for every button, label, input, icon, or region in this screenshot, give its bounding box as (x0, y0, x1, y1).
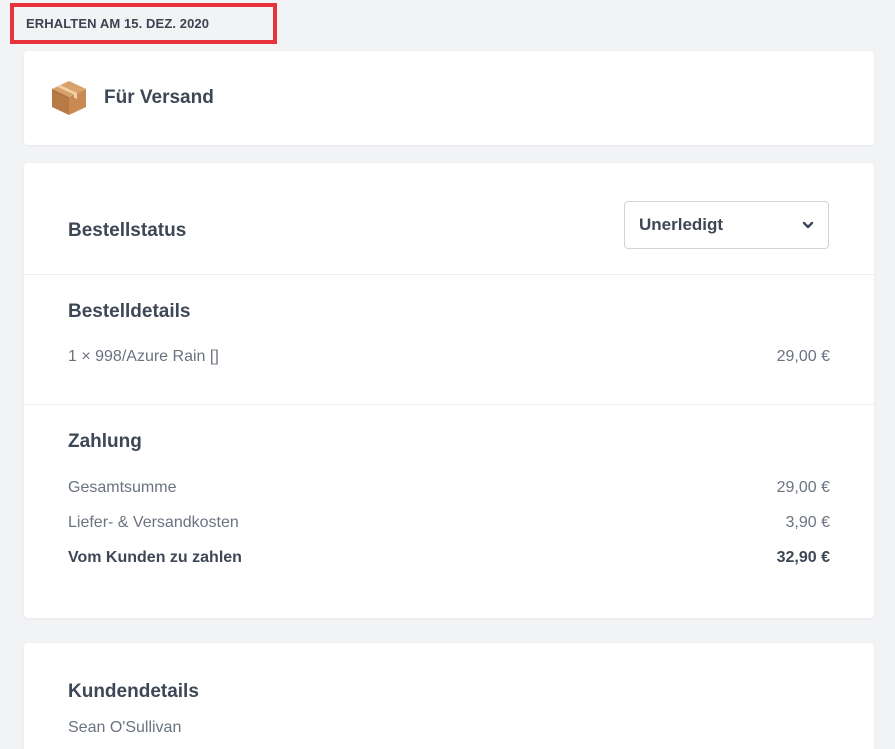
received-date-label: ERHALTEN AM 15. DEZ. 2020 (26, 16, 210, 31)
payment-section: Zahlung Gesamtsumme 29,00 € Liefer- & Ve… (24, 405, 874, 618)
shipping-cost-row: Liefer- & Versandkosten 3,90 € (68, 514, 830, 532)
subtotal-row: Gesamtsumme 29,00 € (68, 479, 830, 497)
order-details-title: Bestelldetails (68, 301, 191, 322)
shipping-cost-value: 3,90 € (785, 514, 830, 531)
received-date-header: ERHALTEN AM 15. DEZ. 2020 (10, 3, 277, 44)
total-label: Vom Kunden zu zahlen (68, 549, 242, 566)
subtotal-value: 29,00 € (776, 479, 830, 496)
total-value: 32,90 € (776, 549, 830, 566)
order-status-title: Bestellstatus (68, 220, 187, 241)
customer-card: Kundendetails Sean O'Sullivan (24, 643, 874, 749)
total-row: Vom Kunden zu zahlen 32,90 € (68, 549, 830, 567)
line-item-price: 29,00 € (776, 348, 830, 365)
order-page: ERHALTEN AM 15. DEZ. 2020 Für Versand Be… (0, 0, 895, 749)
shipping-cost-label: Liefer- & Versandkosten (68, 514, 239, 531)
order-status-section: Bestellstatus Unerledigt (24, 163, 874, 275)
customer-details-title: Kundendetails (68, 681, 199, 702)
order-status-value: Unerledigt (639, 215, 724, 234)
shipping-card: Für Versand (24, 51, 874, 145)
chevron-down-icon (802, 221, 814, 229)
subtotal-label: Gesamtsumme (68, 479, 177, 496)
shipping-status-label: Für Versand (104, 87, 214, 108)
order-status-select[interactable]: Unerledigt (624, 201, 829, 249)
order-card: Bestellstatus Unerledigt Bestelldetails … (24, 163, 874, 618)
line-item-description: 1 × 998/Azure Rain [] (68, 348, 219, 365)
package-box-icon (52, 81, 86, 115)
line-item: 1 × 998/Azure Rain [] 29,00 € (68, 348, 830, 366)
order-details-section: Bestelldetails 1 × 998/Azure Rain [] 29,… (24, 275, 874, 405)
payment-title: Zahlung (68, 431, 142, 452)
customer-name: Sean O'Sullivan (68, 719, 182, 736)
